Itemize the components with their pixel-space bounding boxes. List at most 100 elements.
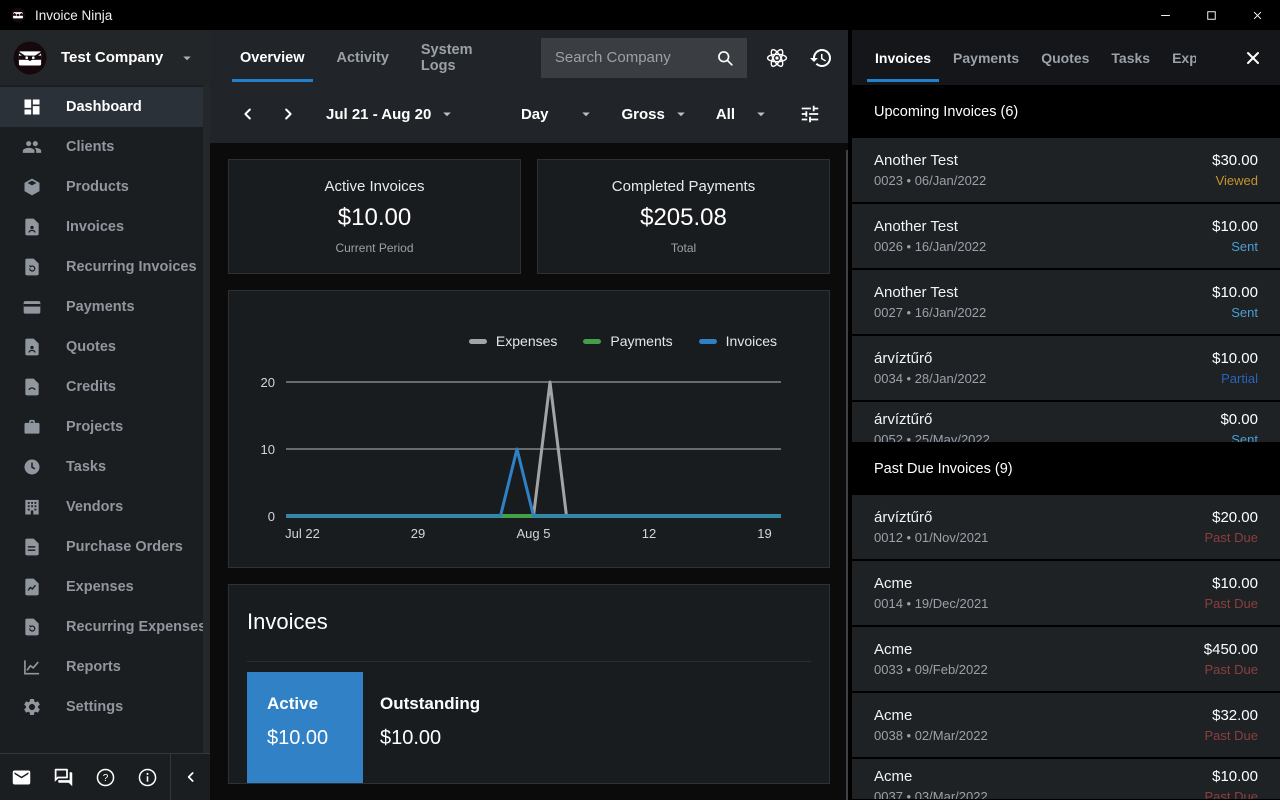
sidebar-item-settings[interactable]: Settings (0, 687, 210, 727)
invoice-list-item[interactable]: Acme0033 • 09/Feb/2022 $450.00Past Due (852, 627, 1280, 691)
client-name: Another Test (874, 218, 986, 235)
chat-support-button[interactable] (42, 754, 84, 800)
interval-selector[interactable]: Day (521, 105, 596, 123)
sidebar-item-payments[interactable]: Payments (0, 287, 210, 327)
invoice-list-item[interactable]: Another Test0023 • 06/Jan/2022 $30.00Vie… (852, 138, 1280, 202)
svg-text:Jul 22: Jul 22 (285, 526, 320, 541)
history-button[interactable] (807, 43, 834, 73)
card-caption: Current Period (335, 241, 413, 255)
invoice-list-item[interactable]: Acme0037 • 03/Mar/2022 $10.00Past Due (852, 759, 1280, 799)
right-panel-header: Invoices Payments Quotes Tasks Expenses (852, 30, 1280, 85)
invoice-list-item[interactable]: Acme0038 • 02/Mar/2022 $32.00Past Due (852, 693, 1280, 757)
dashboard-icon (22, 97, 42, 117)
panel-tab-tasks[interactable]: Tasks (1111, 30, 1150, 85)
sidebar-item-purchase-orders[interactable]: Purchase Orders (0, 527, 210, 567)
sidebar-item-credits[interactable]: Credits (0, 367, 210, 407)
status-badge: Past Due (1205, 596, 1258, 611)
sidebar-item-tasks[interactable]: Tasks (0, 447, 210, 487)
tile-value: $10.00 (380, 727, 480, 750)
invoice-amount: $10.00 (1212, 575, 1258, 592)
invoice-amount: $20.00 (1212, 509, 1258, 526)
clients-icon (22, 137, 42, 157)
chevron-right-icon (279, 105, 297, 123)
status-badge: Partial (1221, 371, 1258, 386)
previous-period-button[interactable] (234, 100, 262, 128)
client-name: Acme (874, 575, 988, 592)
sidebar-item-invoices[interactable]: Invoices (0, 207, 210, 247)
sidebar: Test Company Dashboard Clients Products … (0, 30, 210, 800)
close-window-button[interactable] (1234, 0, 1280, 30)
sidebar-item-projects[interactable]: Projects (0, 407, 210, 447)
right-panel: Invoices Payments Quotes Tasks Expenses … (852, 30, 1280, 800)
maximize-button[interactable] (1188, 0, 1234, 30)
chevron-left-icon (239, 105, 257, 123)
sidebar-item-label: Payments (66, 299, 135, 315)
collapse-sidebar-button[interactable] (171, 754, 210, 800)
outstanding-invoices-tile[interactable]: Outstanding $10.00 (363, 672, 480, 784)
panel-tab-invoices[interactable]: Invoices (875, 30, 931, 85)
panel-tab-quotes[interactable]: Quotes (1041, 30, 1089, 85)
client-name: árvíztűrő (874, 350, 986, 367)
sidebar-item-recurring-invoices[interactable]: Recurring Invoices (0, 247, 210, 287)
invoice-list-item[interactable]: árvíztűrő0034 • 28/Jan/2022 $10.00Partia… (852, 336, 1280, 400)
svg-text:12: 12 (642, 526, 656, 541)
dashboard-settings-button[interactable] (796, 100, 824, 128)
sidebar-item-quotes[interactable]: Quotes (0, 327, 210, 367)
invoice-list-item[interactable]: Another Test0027 • 16/Jan/2022 $10.00Sen… (852, 270, 1280, 334)
email-support-button[interactable] (0, 754, 42, 800)
amount-type-selector[interactable]: Gross (621, 105, 689, 123)
date-range-selector[interactable]: Jul 21 - Aug 20 (326, 105, 456, 123)
invoice-list-item[interactable]: Another Test0026 • 16/Jan/2022 $10.00Sen… (852, 204, 1280, 268)
active-invoices-tile[interactable]: Active $10.00 (247, 672, 363, 784)
sidebar-item-expenses[interactable]: Expenses (0, 567, 210, 607)
products-icon (22, 177, 42, 197)
panel-tab-expenses[interactable]: Expenses (1172, 30, 1196, 85)
tab-system-logs[interactable]: System Logs (421, 30, 501, 85)
invoice-list-item[interactable]: árvíztűrő0052 • 25/May/2022 $0.00Sent (852, 402, 1280, 442)
main-header: Overview Activity System Logs (210, 30, 848, 85)
minimize-button[interactable] (1142, 0, 1188, 30)
status-badge: Past Due (1205, 662, 1258, 677)
tab-overview[interactable]: Overview (240, 30, 305, 85)
currency-filter-selector[interactable]: All (716, 105, 770, 123)
devtools-button[interactable] (764, 43, 791, 73)
overview-line-chart: 01020Jul 2229Aug 51219 (229, 291, 829, 567)
credits-icon (22, 377, 42, 397)
next-period-button[interactable] (274, 100, 302, 128)
card-value: $205.08 (640, 204, 727, 232)
sidebar-item-reports[interactable]: Reports (0, 647, 210, 687)
expenses-icon (22, 577, 42, 597)
invoice-meta: 0038 • 02/Mar/2022 (874, 728, 988, 743)
sidebar-item-recurring-expenses[interactable]: Recurring Expenses (0, 607, 210, 647)
main-area: Overview Activity System Logs Jul 21 - A… (210, 30, 852, 800)
close-panel-button[interactable] (1238, 43, 1268, 73)
active-invoices-card: Active Invoices $10.00 Current Period (228, 159, 521, 274)
svg-text:29: 29 (411, 526, 425, 541)
tab-activity[interactable]: Activity (337, 30, 389, 85)
invoices-section-title: Invoices (247, 609, 811, 635)
sidebar-item-label: Recurring Invoices (66, 259, 197, 275)
sidebar-scrollbar[interactable] (203, 85, 210, 753)
sidebar-footer (0, 753, 210, 800)
search-input[interactable] (553, 48, 715, 67)
chat-icon (53, 767, 74, 788)
invoice-list-item[interactable]: Acme0014 • 19/Dec/2021 $10.00Past Due (852, 561, 1280, 625)
invoice-list-item[interactable]: árvíztűrő0012 • 01/Nov/2021 $20.00Past D… (852, 495, 1280, 559)
client-name: Acme (874, 641, 988, 658)
card-value: $10.00 (338, 204, 411, 232)
overview-chart-card: ExpensesPaymentsInvoices 01020Jul 2229Au… (228, 290, 830, 568)
client-name: árvíztűrő (874, 509, 988, 526)
main-scrollbar[interactable] (846, 150, 848, 800)
about-button[interactable] (126, 754, 168, 800)
sidebar-item-label: Purchase Orders (66, 539, 183, 555)
sidebar-item-vendors[interactable]: Vendors (0, 487, 210, 527)
company-search-box[interactable] (541, 38, 747, 78)
panel-tab-payments[interactable]: Payments (953, 30, 1019, 85)
company-selector[interactable]: Test Company (0, 30, 210, 85)
sidebar-item-label: Projects (66, 419, 123, 435)
help-button[interactable] (84, 754, 126, 800)
sidebar-item-dashboard[interactable]: Dashboard (0, 87, 210, 127)
sidebar-item-products[interactable]: Products (0, 167, 210, 207)
chevron-down-icon (752, 105, 770, 123)
sidebar-item-clients[interactable]: Clients (0, 127, 210, 167)
